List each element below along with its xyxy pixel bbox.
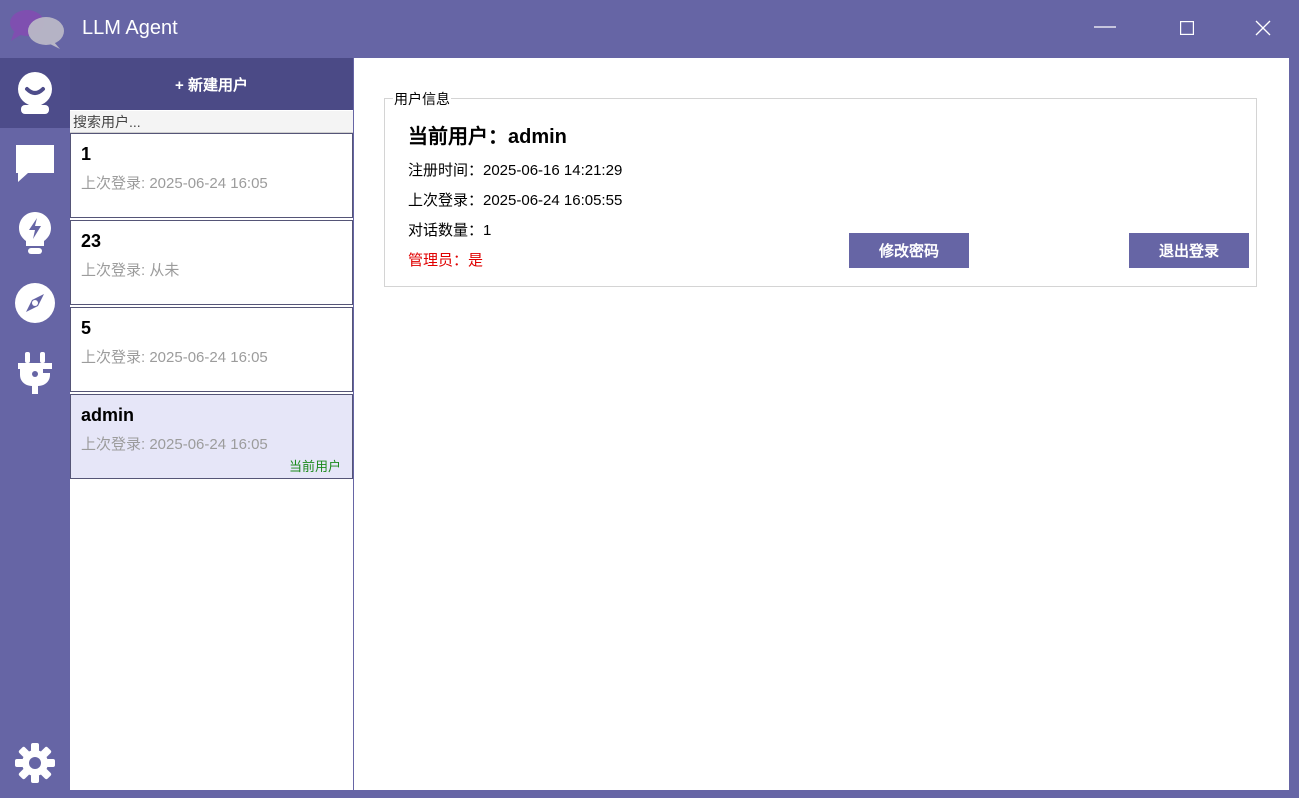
main-content: 用户信息 当前用户：admin 注册时间：2025-06-16 14:21:29… xyxy=(354,58,1289,790)
user-name: 23 xyxy=(81,231,102,251)
sidebar-item-lightbulb[interactable] xyxy=(0,198,70,268)
admin-status: 管理员：是 xyxy=(408,252,484,269)
user-last-login: 上次登录: 从未 xyxy=(81,262,180,279)
minimize-icon[interactable] xyxy=(1067,0,1143,56)
user-name: 1 xyxy=(81,144,92,164)
app-title: LLM Agent xyxy=(82,17,178,39)
user-list-item[interactable]: 5 上次登录: 2025-06-24 16:05 xyxy=(70,307,353,392)
user-list-item[interactable]: 1 上次登录: 2025-06-24 16:05 xyxy=(70,133,353,218)
sidebar-item-compass[interactable] xyxy=(0,268,70,338)
register-time: 注册时间：2025-06-16 14:21:29 xyxy=(408,162,623,179)
sidebar-item-chat[interactable] xyxy=(0,128,70,198)
settings-button[interactable] xyxy=(0,728,70,798)
chat-bubbles-logo-icon xyxy=(8,8,66,50)
user-list-item-current[interactable]: admin 上次登录: 2025-06-24 16:05 当前用户 xyxy=(70,394,353,479)
user-last-login: 上次登录: 2025-06-24 16:05 xyxy=(81,436,268,453)
new-user-button[interactable]: + 新建用户 xyxy=(70,58,353,110)
change-password-button[interactable]: 修改密码 xyxy=(849,233,969,268)
maximize-icon[interactable] xyxy=(1149,0,1225,56)
user-last-login: 上次登录: 2025-06-24 16:05 xyxy=(81,349,268,366)
user-list-item[interactable]: 23 上次登录: 从未 xyxy=(70,220,353,305)
user-info-group-title: 用户信息 xyxy=(393,89,451,109)
lightbulb-icon xyxy=(19,212,51,254)
conversation-count: 对话数量：1 xyxy=(408,222,492,239)
chat-icon xyxy=(16,145,54,182)
gear-icon xyxy=(15,743,55,783)
search-user-input[interactable] xyxy=(70,111,353,133)
user-icon xyxy=(18,72,52,114)
user-name: admin xyxy=(81,405,135,425)
last-login-time: 上次登录：2025-06-24 16:05:55 xyxy=(408,192,623,209)
user-list-panel: + 新建用户 1 上次登录: 2025-06-24 16:05 23 上次登录:… xyxy=(70,58,354,790)
current-user-tag: 当前用户 xyxy=(288,459,341,474)
user-last-login: 上次登录: 2025-06-24 16:05 xyxy=(81,175,268,192)
title-bar: LLM Agent xyxy=(0,0,1299,58)
close-icon[interactable] xyxy=(1225,0,1299,56)
logout-button[interactable]: 退出登录 xyxy=(1129,233,1249,268)
current-user-heading: 当前用户：admin xyxy=(408,126,567,148)
user-name: 5 xyxy=(81,318,92,338)
plug-icon xyxy=(18,352,52,394)
sidebar-item-plug[interactable] xyxy=(0,338,70,408)
sidebar-rail xyxy=(0,58,70,790)
compass-icon xyxy=(15,283,55,323)
sidebar-item-user[interactable] xyxy=(0,58,70,128)
